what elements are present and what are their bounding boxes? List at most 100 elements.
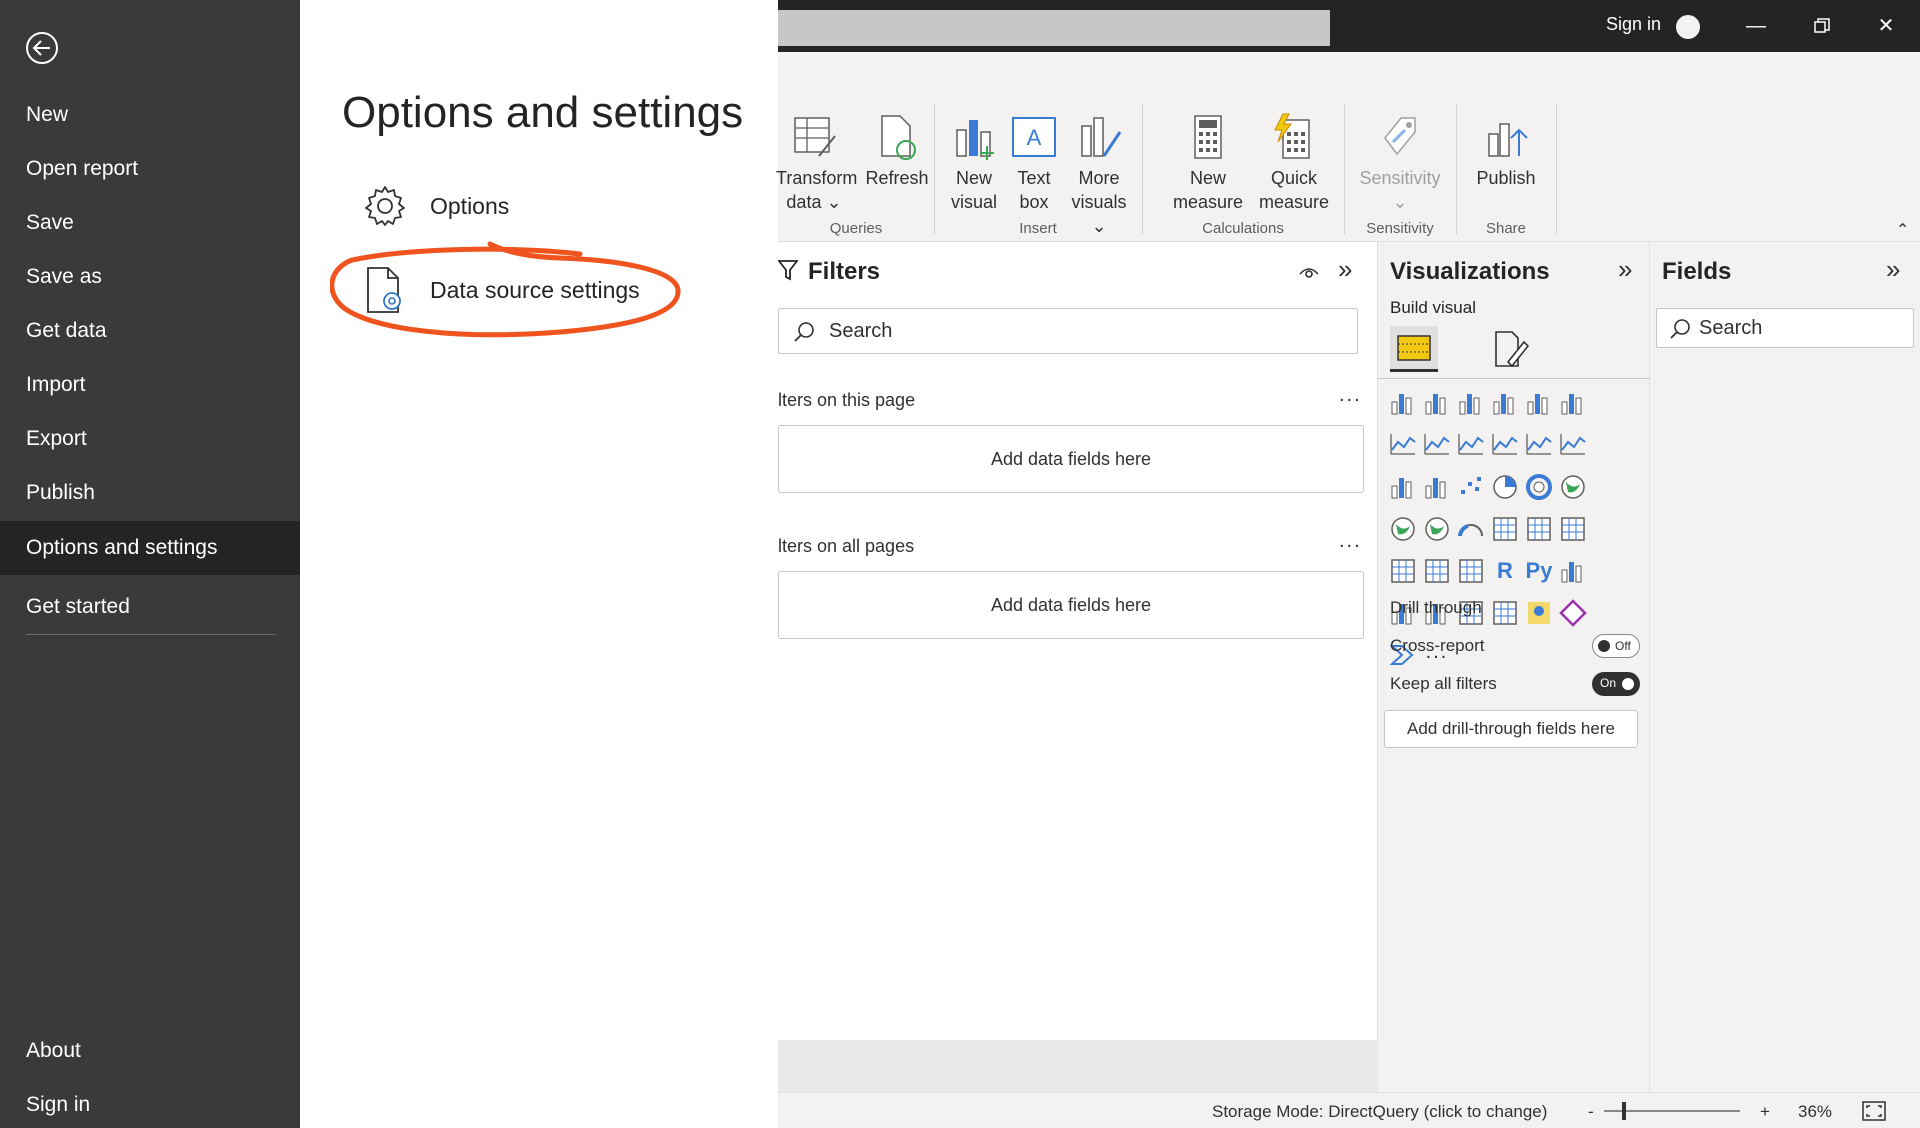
build-visual-tab[interactable] [1390, 326, 1438, 372]
new-measure-button[interactable]: New measure [1166, 112, 1250, 214]
sensitivity-group-label: Sensitivity [1366, 220, 1434, 237]
key-influencers-icon[interactable] [1558, 556, 1588, 586]
back-button[interactable] [24, 30, 60, 66]
nav-item-get-data[interactable]: Get data [0, 304, 300, 358]
new-visual-icon [956, 120, 994, 160]
stacked-area-chart-icon[interactable] [1456, 430, 1486, 460]
new-visual-button[interactable]: New visual [944, 112, 1004, 214]
avatar[interactable] [1676, 15, 1700, 39]
page-title: Options and settings [342, 88, 744, 137]
nav-item-open-report[interactable]: Open report [0, 142, 300, 196]
nav-item-about[interactable]: About [0, 1024, 300, 1078]
quick-measure-label: Quick [1270, 168, 1317, 188]
filters-search-input[interactable]: Search [778, 308, 1358, 354]
nav-item-new[interactable]: New [0, 88, 300, 142]
options-link[interactable]: Options [362, 178, 509, 234]
back-arrow-icon [26, 32, 58, 64]
restore-icon[interactable] [1808, 12, 1836, 40]
scatter-chart-icon[interactable] [1456, 472, 1486, 502]
filters-all-pages-dropzone[interactable]: Add data fields here [778, 571, 1364, 639]
transform-data-button[interactable]: Transform data ⌄ [776, 112, 857, 214]
zoom-in-button[interactable]: + [1760, 1102, 1770, 1122]
table-icon[interactable] [1422, 556, 1452, 586]
quick-measure-button[interactable]: Quick measure [1252, 112, 1336, 214]
collapse-ribbon-icon[interactable]: ⌃ [1896, 220, 1909, 240]
area-chart-icon[interactable] [1422, 430, 1452, 460]
waterfall-chart-icon[interactable] [1388, 472, 1418, 502]
sign-in-button[interactable]: Sign in [1606, 14, 1661, 35]
donut-chart-icon[interactable] [1524, 472, 1554, 502]
dropzone-label: Add data fields here [990, 449, 1152, 469]
slicer-icon[interactable] [1388, 556, 1418, 586]
gauge-icon[interactable] [1456, 514, 1486, 544]
publish-button[interactable]: Publish [1462, 112, 1550, 190]
paginated-report-icon[interactable] [1490, 598, 1520, 628]
power-apps-icon[interactable] [1558, 598, 1588, 628]
r-label: R [1497, 558, 1513, 583]
data-source-settings-link[interactable]: Data source settings [362, 262, 640, 318]
nav-item-import[interactable]: Import [0, 358, 300, 412]
nav-item-label: Publish [26, 481, 95, 504]
quick-measure-label-2: measure [1258, 192, 1330, 212]
drill-through-dropzone[interactable]: Add drill-through fields here [1384, 710, 1638, 748]
funnel-chart-icon[interactable] [1422, 472, 1452, 502]
nav-item-save-as[interactable]: Save as [0, 250, 300, 304]
ribbon-chart-icon[interactable] [1558, 430, 1588, 460]
zoom-slider-thumb[interactable] [1622, 1102, 1626, 1120]
format-visual-tab[interactable] [1490, 330, 1530, 370]
100-column-chart-icon[interactable] [1558, 388, 1588, 418]
line-chart-icon[interactable] [1388, 430, 1418, 460]
filters-this-page-dropzone[interactable]: Add data fields here [778, 425, 1364, 493]
minimize-icon[interactable]: — [1742, 12, 1770, 40]
ribbon: Transform data ⌄ Refresh Queries New visua… [776, 52, 1920, 242]
zoom-out-button[interactable]: - [1588, 1102, 1594, 1122]
clustered-bar-chart-icon[interactable] [1456, 388, 1486, 418]
kpi-icon[interactable] [1558, 514, 1588, 544]
dropzone-label: Add data fields here [990, 595, 1152, 615]
fields-title: Fields [1662, 258, 1732, 285]
fit-to-page-icon[interactable] [1862, 1101, 1886, 1121]
title-search-box[interactable] [778, 10, 1330, 46]
more-visuals-icon [1081, 117, 1122, 157]
keep-filters-toggle[interactable]: On [1592, 672, 1640, 696]
options-label: Options [430, 192, 510, 219]
refresh-label: Refresh [865, 168, 929, 188]
r-visual-icon[interactable]: R [1490, 556, 1520, 586]
eye-icon[interactable] [1298, 264, 1320, 280]
treemap-icon[interactable] [1558, 472, 1588, 502]
collapse-filters-icon[interactable]: » [1338, 254, 1352, 285]
pie-chart-icon[interactable] [1490, 472, 1520, 502]
more-options-icon[interactable]: ... [1339, 384, 1362, 407]
collapse-visualizations-icon[interactable]: » [1618, 254, 1632, 285]
nav-item-export[interactable]: Export [0, 412, 300, 466]
azure-map-icon[interactable] [1524, 598, 1554, 628]
100-bar-chart-icon[interactable] [1524, 388, 1554, 418]
nav-item-save[interactable]: Save [0, 196, 300, 250]
python-visual-icon[interactable]: Py [1524, 556, 1554, 586]
cross-report-toggle[interactable]: Off [1592, 634, 1640, 658]
text-box-button[interactable]: A Text box [1008, 112, 1060, 214]
fields-search-input[interactable]: Search [1656, 308, 1914, 348]
matrix-icon[interactable] [1456, 556, 1486, 586]
nav-item-get-started[interactable]: Get started [0, 580, 300, 634]
stacked-column-chart-icon[interactable] [1422, 388, 1452, 418]
line-column-chart-icon[interactable] [1490, 430, 1520, 460]
more-options-icon[interactable]: ... [1339, 530, 1362, 553]
close-icon[interactable]: ✕ [1872, 12, 1900, 40]
map-icon[interactable] [1388, 514, 1418, 544]
line-clustered-column-icon[interactable] [1524, 430, 1554, 460]
filled-map-icon[interactable] [1422, 514, 1452, 544]
py-label: Py [1525, 558, 1553, 583]
storage-mode-link[interactable]: Storage Mode: DirectQuery (click to chan… [1212, 1102, 1547, 1122]
card-icon[interactable] [1490, 514, 1520, 544]
clustered-column-chart-icon[interactable] [1490, 388, 1520, 418]
nav-item-publish[interactable]: Publish [0, 466, 300, 520]
nav-item-options-settings[interactable]: Options and settings [0, 521, 300, 575]
sensitivity-button[interactable]: Sensitivity ⌄ [1346, 112, 1454, 214]
stacked-bar-chart-icon[interactable] [1388, 388, 1418, 418]
publish-icon [1488, 123, 1528, 157]
nav-item-sign-in[interactable]: Sign in [0, 1078, 300, 1128]
collapse-fields-icon[interactable]: » [1886, 254, 1900, 285]
refresh-button[interactable]: Refresh [858, 112, 936, 190]
multi-row-card-icon[interactable] [1524, 514, 1554, 544]
